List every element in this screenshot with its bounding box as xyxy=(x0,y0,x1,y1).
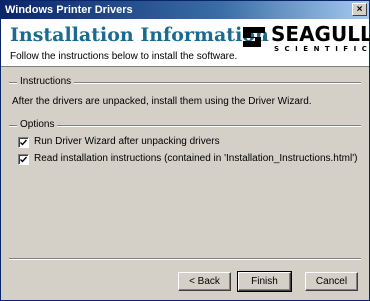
logo-subword: SCIENTIFIC xyxy=(274,45,370,53)
close-icon: × xyxy=(356,4,363,15)
checkbox-box[interactable] xyxy=(18,137,29,148)
logo-word: SEAGULL xyxy=(271,22,370,46)
title-bar[interactable]: Windows Printer Drivers × xyxy=(1,1,369,19)
window-title: Windows Printer Drivers xyxy=(5,4,133,16)
close-button[interactable]: × xyxy=(352,3,367,16)
checkbox-label: Run Driver Wizard after unpacking driver… xyxy=(34,136,220,147)
options-group: Options xyxy=(9,119,361,131)
seagull-mark-icon xyxy=(243,27,266,47)
bottom-divider xyxy=(9,258,361,260)
header-panel: Installation Information Follow the inst… xyxy=(1,19,370,67)
options-group-label: Options xyxy=(17,119,58,131)
checkmark-icon xyxy=(20,156,27,163)
dialog-window: Windows Printer Drivers × Installation I… xyxy=(0,0,370,301)
checkbox-label: Read installation instructions (containe… xyxy=(34,153,358,164)
run-driver-wizard-checkbox[interactable]: Run Driver Wizard after unpacking driver… xyxy=(18,136,318,149)
checkbox-box[interactable] xyxy=(18,154,29,165)
page-subtitle: Follow the instructions below to install… xyxy=(10,51,238,62)
seagull-logo: SEAGULL SCIENTIFIC xyxy=(241,22,370,62)
cancel-button[interactable]: Cancel xyxy=(305,272,358,291)
checkmark-icon xyxy=(20,139,27,146)
instructions-text: After the drivers are unpacked, install … xyxy=(12,96,312,107)
finish-button[interactable]: Finish xyxy=(237,271,292,292)
read-instructions-checkbox[interactable]: Read installation instructions (containe… xyxy=(18,153,358,166)
instructions-group: Instructions xyxy=(9,76,361,88)
back-button[interactable]: < Back xyxy=(178,272,231,291)
page-title: Installation Information xyxy=(10,24,269,46)
instructions-group-label: Instructions xyxy=(17,76,75,88)
